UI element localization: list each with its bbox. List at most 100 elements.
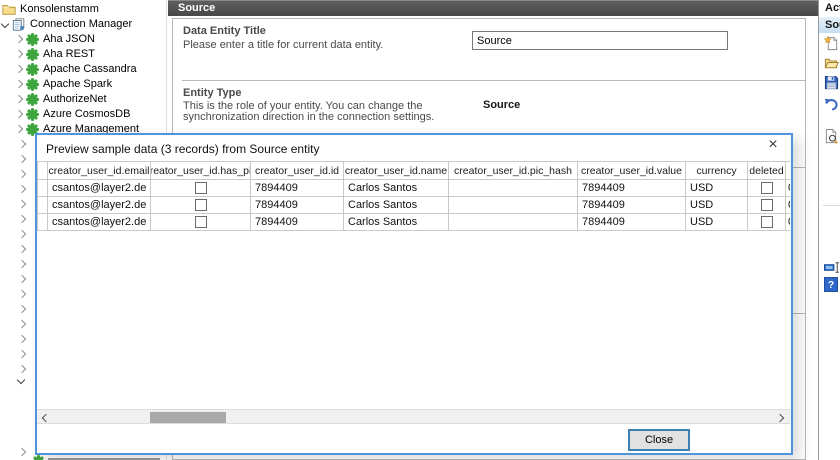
cell-deleted[interactable]	[748, 180, 786, 197]
cell-name[interactable]: Carlos Santos	[344, 214, 449, 231]
row-header-cell[interactable]	[38, 214, 48, 231]
tree-collapsed-chevron[interactable]	[18, 260, 26, 268]
checkbox-unchecked[interactable]	[195, 182, 207, 194]
tree-collapsed-chevron[interactable]	[18, 365, 26, 373]
tree-collapsed-chevron[interactable]	[15, 80, 23, 88]
action-help-button[interactable]: ?	[824, 277, 838, 297]
cell-pic_hash[interactable]	[449, 197, 578, 214]
cell-deleted[interactable]	[748, 214, 786, 231]
tree-collapsed-chevron[interactable]	[15, 125, 23, 133]
tree-item-apache-cassandra[interactable]: Apache Cassandra	[16, 62, 137, 76]
cell-pic_hash[interactable]	[449, 214, 578, 231]
row-header-corner[interactable]	[38, 162, 48, 180]
cell-email[interactable]: csantos@layer2.de	[48, 197, 151, 214]
table-row: csantos@layer2.de7894409Carlos Santos789…	[38, 180, 790, 197]
cell-deleted[interactable]	[748, 197, 786, 214]
column-header-email[interactable]: creator_user_id.email	[48, 162, 151, 180]
tree-collapsed-chevron[interactable]	[18, 170, 26, 178]
tree-item-authorizenet[interactable]: AuthorizeNet	[16, 92, 107, 106]
connector-icon	[32, 455, 45, 460]
section-separator	[182, 80, 806, 81]
dialog-close-icon[interactable]: ×	[762, 136, 784, 154]
checkbox-unchecked[interactable]	[195, 216, 207, 228]
cell-has_pic[interactable]	[151, 197, 251, 214]
cell-id[interactable]: 7894409	[251, 214, 344, 231]
row-header-cell[interactable]	[38, 180, 48, 197]
tree-expanded-chevron[interactable]	[17, 376, 25, 384]
column-header-currency[interactable]: currency	[686, 162, 748, 180]
tree-collapsed-chevron[interactable]	[18, 290, 26, 298]
tree-collapsed-chevron[interactable]	[18, 448, 26, 456]
checkbox-unchecked[interactable]	[195, 199, 207, 211]
cell-value[interactable]: 7894409	[578, 197, 686, 214]
cell-currency[interactable]: USD	[686, 180, 748, 197]
cell-id[interactable]: 7894409	[251, 197, 344, 214]
tree-collapsed-chevron[interactable]	[18, 245, 26, 253]
data-entity-title-input[interactable]	[472, 31, 728, 50]
checkbox-unchecked[interactable]	[761, 216, 773, 228]
tree-collapsed-chevron[interactable]	[18, 185, 26, 193]
tree-item-connection-manager[interactable]: Connection Manager	[2, 17, 132, 31]
cell-currency[interactable]: USD	[686, 197, 748, 214]
tree-collapsed-chevron[interactable]	[18, 305, 26, 313]
tree-item-azure-cosmosdb[interactable]: Azure CosmosDB	[16, 107, 130, 121]
row-header-cell[interactable]	[38, 197, 48, 214]
cell-clipped[interactable]: 0	[786, 180, 790, 197]
cell-has_pic[interactable]	[151, 180, 251, 197]
tree-collapsed-chevron[interactable]	[18, 215, 26, 223]
tree-collapsed-chevron[interactable]	[18, 200, 26, 208]
horizontal-scrollbar[interactable]	[37, 409, 790, 424]
cell-name[interactable]: Carlos Santos	[344, 180, 449, 197]
action-open-button[interactable]	[824, 55, 839, 75]
scrollbar-thumb[interactable]	[150, 412, 226, 423]
column-header-deleted[interactable]: deleted	[748, 162, 786, 180]
cell-has_pic[interactable]	[151, 214, 251, 231]
checkbox-unchecked[interactable]	[761, 182, 773, 194]
tree-collapsed-chevron[interactable]	[15, 65, 23, 73]
cell-currency[interactable]: USD	[686, 214, 748, 231]
tree-collapsed-chevron[interactable]	[18, 155, 26, 163]
tree-collapsed-chevron[interactable]	[18, 140, 26, 148]
column-header-pic_hash[interactable]: creator_user_id.pic_hash	[449, 162, 578, 180]
cell-email[interactable]: csantos@layer2.de	[48, 214, 151, 231]
tree-item-label: Aha JSON	[43, 33, 95, 45]
tree-expanded-chevron[interactable]	[1, 20, 9, 28]
column-header-clipped[interactable]	[786, 162, 790, 180]
tree-collapsed-chevron[interactable]	[18, 275, 26, 283]
action-undo-button[interactable]	[824, 97, 839, 117]
column-header-has_pic[interactable]: creator_user_id.has_pic	[151, 162, 251, 180]
scroll-right-icon[interactable]	[776, 413, 784, 421]
scroll-left-icon[interactable]	[42, 413, 50, 421]
cell-id[interactable]: 7894409	[251, 180, 344, 197]
tree-collapsed-chevron[interactable]	[15, 95, 23, 103]
action-preview-button[interactable]	[824, 129, 839, 149]
column-header-name[interactable]: creator_user_id.name	[344, 162, 449, 180]
tree-collapsed-chevron[interactable]	[18, 350, 26, 358]
tree-collapsed-chevron[interactable]	[18, 335, 26, 343]
action-new-entity-button[interactable]	[824, 36, 839, 56]
cell-clipped[interactable]: 0	[786, 214, 790, 231]
actions-section-source[interactable]: Source	[819, 17, 840, 33]
tree-item-konsolenstamm[interactable]: Konsolenstamm	[2, 2, 99, 16]
tree-item-aha-rest[interactable]: Aha REST	[16, 47, 95, 61]
cell-value[interactable]: 7894409	[578, 180, 686, 197]
tree-collapsed-chevron[interactable]	[15, 110, 23, 118]
action-save-button[interactable]	[824, 75, 839, 95]
cell-name[interactable]: Carlos Santos	[344, 197, 449, 214]
tree-collapsed-chevron[interactable]	[18, 230, 26, 238]
cell-email[interactable]: csantos@layer2.de	[48, 180, 151, 197]
new-entity-icon	[824, 36, 839, 51]
tree-item-aha-json[interactable]: Aha JSON	[16, 32, 95, 46]
column-header-id[interactable]: creator_user_id.id	[251, 162, 344, 180]
cell-clipped[interactable]: 0	[786, 197, 790, 214]
close-button[interactable]: Close	[628, 429, 690, 451]
tree-collapsed-chevron[interactable]	[15, 35, 23, 43]
tree-collapsed-chevron[interactable]	[18, 320, 26, 328]
cell-value[interactable]: 7894409	[578, 214, 686, 231]
help-icon: ?	[824, 277, 838, 292]
tree-collapsed-chevron[interactable]	[15, 50, 23, 58]
column-header-value[interactable]: creator_user_id.value	[578, 162, 686, 180]
cell-pic_hash[interactable]	[449, 180, 578, 197]
tree-item-apache-spark[interactable]: Apache Spark	[16, 77, 112, 91]
checkbox-unchecked[interactable]	[761, 199, 773, 211]
